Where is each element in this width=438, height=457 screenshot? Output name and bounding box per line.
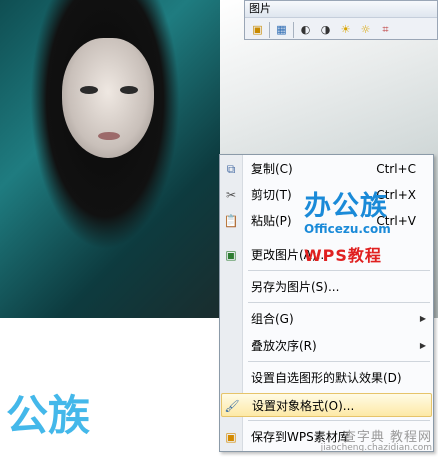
photo-image[interactable] xyxy=(0,0,220,318)
menu-item-order[interactable]: 叠放次序(R) ▶ xyxy=(221,334,432,358)
menu-item-format-object[interactable]: 🖌 设置对象格式(O)... xyxy=(221,393,432,417)
menu-separator xyxy=(248,361,430,362)
menu-separator xyxy=(248,420,430,421)
menu-item-label: 设置对象格式(O)... xyxy=(252,399,355,413)
more-contrast-icon[interactable]: ◐ xyxy=(297,21,314,38)
watermark-officezu: 办公族 Officezu.com WPS教程 xyxy=(304,192,422,266)
watermark-big-logo-text: 公族 xyxy=(6,391,91,440)
menu-item-copy[interactable]: ⧉ 复制(C) Ctrl+C xyxy=(221,157,432,181)
watermark-brand-text: 办公族 xyxy=(304,191,388,222)
picture-toolbar: 图片 ▣ ▦ ◐ ◑ ☀ ☼ ⌗ xyxy=(244,0,438,40)
insert-picture-icon[interactable]: ▣ xyxy=(249,21,266,38)
photo-face xyxy=(62,38,154,158)
photo-eye-right xyxy=(120,86,138,94)
menu-separator xyxy=(248,270,430,271)
submenu-arrow-icon: ▶ xyxy=(419,314,426,323)
color-icon[interactable]: ▦ xyxy=(273,21,290,38)
watermark-bottom-url: jiaocheng.chazidian.com xyxy=(320,443,432,453)
photo-lips xyxy=(98,132,120,140)
watermark-wps-tutorial: WPS教程 xyxy=(304,246,382,265)
format-object-icon: 🖌 xyxy=(224,399,240,413)
menu-item-label: 复制(C) xyxy=(251,162,293,176)
crop-icon[interactable]: ⌗ xyxy=(377,21,394,38)
toolbar-title: 图片 xyxy=(245,1,437,18)
paste-icon: 📋 xyxy=(223,214,239,228)
menu-item-set-default-effect[interactable]: 设置自选图形的默认效果(D) xyxy=(221,366,432,390)
menu-item-label: 另存为图片(S)... xyxy=(251,280,340,294)
less-brightness-icon[interactable]: ☼ xyxy=(357,21,374,38)
menu-separator xyxy=(248,302,430,303)
watermark-brand: 办公族 xyxy=(304,192,422,222)
menu-item-label: 剪切(T) xyxy=(251,188,292,202)
change-picture-icon: ▣ xyxy=(225,248,237,262)
more-brightness-icon[interactable]: ☀ xyxy=(337,21,354,38)
copy-icon: ⧉ xyxy=(226,162,236,176)
watermark-domain: Officezu.com xyxy=(304,222,391,236)
watermark-big-logo: 公族 xyxy=(6,386,90,446)
photo-eye-left xyxy=(80,86,98,94)
menu-item-label: 组合(G) xyxy=(251,312,294,326)
submenu-arrow-icon: ▶ xyxy=(419,341,426,350)
menu-item-label: 设置自选图形的默认效果(D) xyxy=(251,371,402,385)
toolbar-separator xyxy=(269,21,270,38)
save-library-icon: ▣ xyxy=(225,430,237,444)
toolbar-buttons: ▣ ▦ ◐ ◑ ☀ ☼ ⌗ xyxy=(245,18,437,41)
menu-item-label: 粘贴(P) xyxy=(251,214,292,228)
scissors-icon: ✂ xyxy=(225,188,237,202)
toolbar-separator xyxy=(293,21,294,38)
menu-item-shortcut: Ctrl+C xyxy=(376,162,416,176)
menu-item-save-as-picture[interactable]: 另存为图片(S)... xyxy=(221,275,432,299)
menu-item-label: 叠放次序(R) xyxy=(251,339,317,353)
menu-item-group[interactable]: 组合(G) ▶ xyxy=(221,307,432,331)
less-contrast-icon[interactable]: ◑ xyxy=(317,21,334,38)
